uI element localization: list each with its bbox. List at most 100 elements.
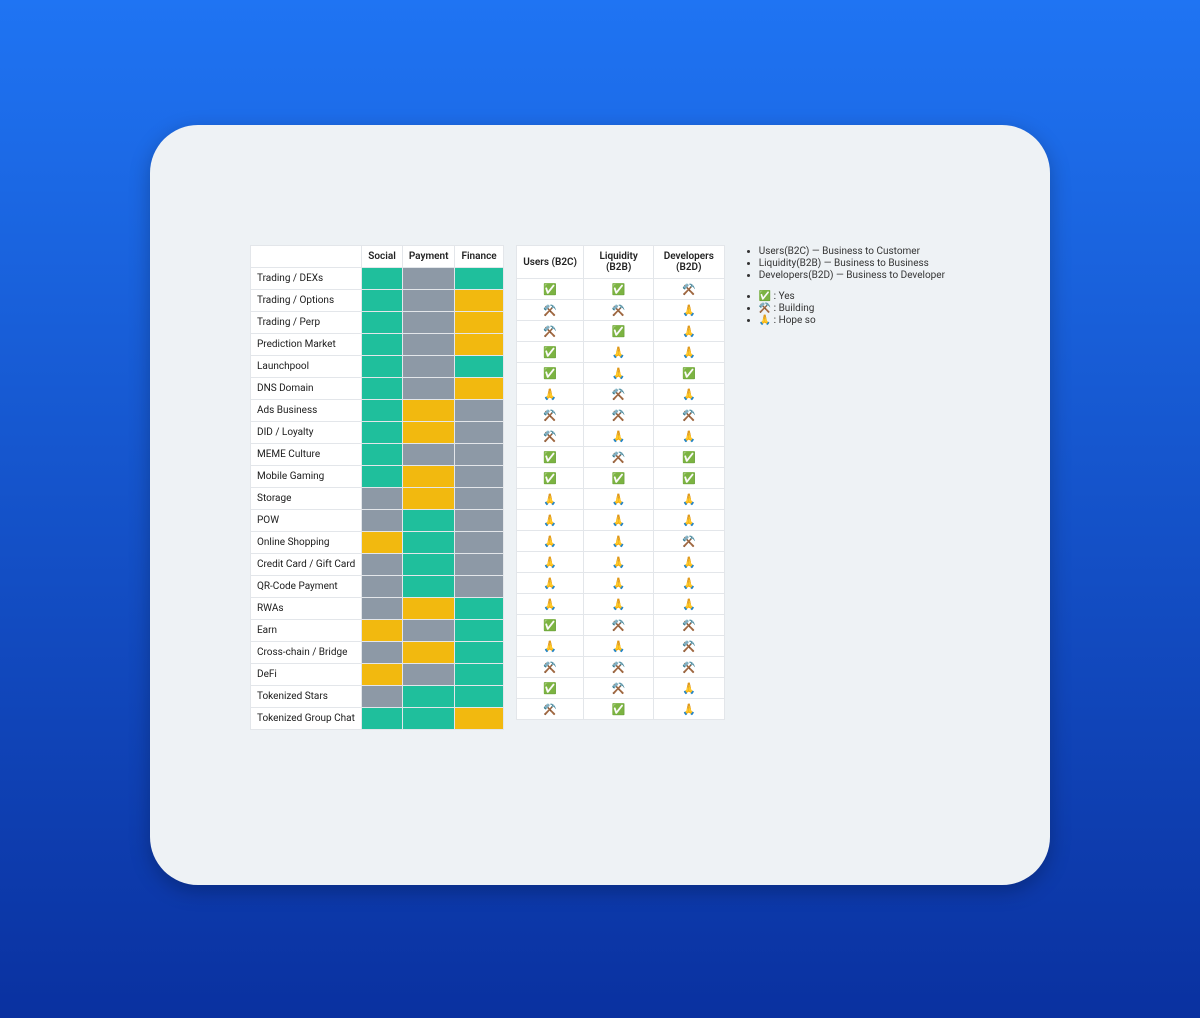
status-cell: ⚒️	[516, 699, 584, 720]
fit-cell	[362, 378, 403, 400]
table-row: ✅✅✅	[516, 468, 724, 489]
fit-cell	[362, 268, 403, 290]
table-row: QR-Code Payment	[251, 576, 504, 598]
fit-cell	[362, 312, 403, 334]
fit-cell	[402, 488, 455, 510]
status-cell: ⚒️	[584, 615, 653, 636]
table-row: Prediction Market	[251, 334, 504, 356]
status-cell: 🙏	[653, 573, 724, 594]
status-cell: ⚒️	[516, 321, 584, 342]
fit-cell	[362, 466, 403, 488]
table-row: MEME Culture	[251, 444, 504, 466]
status-cell: 🙏	[653, 678, 724, 699]
fit-cell	[362, 334, 403, 356]
definition-item: Users(B2C) — Business to Customer	[759, 246, 945, 257]
fit-cell	[455, 422, 503, 444]
fit-cell	[362, 510, 403, 532]
fit-cell	[402, 642, 455, 664]
table-row: ⚒️⚒️🙏	[516, 300, 724, 321]
fit-cell	[455, 554, 503, 576]
status-cell: ⚒️	[653, 405, 724, 426]
definitions-list: Users(B2C) — Business to CustomerLiquidi…	[743, 246, 945, 281]
fit-cell	[362, 686, 403, 708]
row-label: DNS Domain	[251, 378, 362, 400]
row-label: Tokenized Group Chat	[251, 708, 362, 730]
table-row: Online Shopping	[251, 532, 504, 554]
status-cell: ⚒️	[516, 657, 584, 678]
fit-cell	[455, 334, 503, 356]
status-cell: 🙏	[653, 426, 724, 447]
fit-cell	[362, 532, 403, 554]
col-social: Social	[362, 246, 403, 268]
table-row: Trading / DEXs	[251, 268, 504, 290]
icon-legend-item: ✅ : Yes	[759, 291, 945, 302]
status-cell: 🙏	[653, 384, 724, 405]
table-row: Earn	[251, 620, 504, 642]
col-liquidity-b2b: Liquidity (B2B)	[584, 246, 653, 279]
fit-cell	[402, 510, 455, 532]
row-label: Credit Card / Gift Card	[251, 554, 362, 576]
fit-cell	[402, 444, 455, 466]
table-row: DeFi	[251, 664, 504, 686]
table-row: 🙏🙏🙏	[516, 594, 724, 615]
table-row: ✅✅⚒️	[516, 279, 724, 300]
table-row: ⚒️🙏🙏	[516, 426, 724, 447]
status-cell: 🙏	[653, 594, 724, 615]
status-cell: ✅	[516, 447, 584, 468]
fit-cell	[362, 708, 403, 730]
status-cell: ✅	[584, 699, 653, 720]
fit-cell	[402, 268, 455, 290]
row-label: Trading / Perp	[251, 312, 362, 334]
table-row: ✅⚒️⚒️	[516, 615, 724, 636]
status-cell: 🙏	[584, 363, 653, 384]
table-row: ⚒️⚒️⚒️	[516, 405, 724, 426]
status-matrix-table: Users (B2C) Liquidity (B2B) Developers (…	[516, 245, 725, 720]
status-cell: ⚒️	[584, 678, 653, 699]
fit-cell	[455, 532, 503, 554]
fit-cell	[362, 356, 403, 378]
col-developers-b2d: Developers (B2D)	[653, 246, 724, 279]
row-label: MEME Culture	[251, 444, 362, 466]
status-cell: 🙏	[653, 699, 724, 720]
icon-legend-item: ⚒️ : Building	[759, 303, 945, 314]
status-cell: 🙏	[584, 573, 653, 594]
status-cell: 🙏	[516, 636, 584, 657]
fit-cell	[455, 664, 503, 686]
status-cell: ✅	[516, 468, 584, 489]
fit-cell	[455, 466, 503, 488]
fit-cell	[402, 290, 455, 312]
status-cell: 🙏	[516, 510, 584, 531]
table-row: ⚒️⚒️⚒️	[516, 657, 724, 678]
table-row: Storage	[251, 488, 504, 510]
fit-cell	[455, 488, 503, 510]
fit-cell	[455, 576, 503, 598]
table-row: RWAs	[251, 598, 504, 620]
status-cell: 🙏	[516, 552, 584, 573]
table-row: 🙏⚒️🙏	[516, 384, 724, 405]
status-cell: ✅	[584, 321, 653, 342]
row-label: POW	[251, 510, 362, 532]
table-row: 🙏🙏🙏	[516, 510, 724, 531]
fit-cell	[455, 708, 503, 730]
status-cell: ⚒️	[653, 279, 724, 300]
row-label: Prediction Market	[251, 334, 362, 356]
table-row: POW	[251, 510, 504, 532]
icon-legend-list: ✅ : Yes⚒️ : Building🙏 : Hope so	[743, 291, 945, 326]
status-cell: 🙏	[516, 531, 584, 552]
definition-item: Liquidity(B2B) — Business to Business	[759, 258, 945, 269]
table-row: ✅🙏✅	[516, 363, 724, 384]
fit-cell	[455, 356, 503, 378]
table-row: DNS Domain	[251, 378, 504, 400]
fit-cell	[455, 312, 503, 334]
row-label: DID / Loyalty	[251, 422, 362, 444]
table-row: ⚒️✅🙏	[516, 321, 724, 342]
status-cell: 🙏	[653, 510, 724, 531]
fit-cell	[362, 598, 403, 620]
row-label: Launchpool	[251, 356, 362, 378]
status-cell: 🙏	[653, 342, 724, 363]
fit-cell	[362, 554, 403, 576]
table-row: ⚒️✅🙏	[516, 699, 724, 720]
fit-cell	[362, 444, 403, 466]
status-cell: ⚒️	[653, 657, 724, 678]
fit-matrix-table: Social Payment Finance Trading / DEXsTra…	[250, 245, 504, 730]
